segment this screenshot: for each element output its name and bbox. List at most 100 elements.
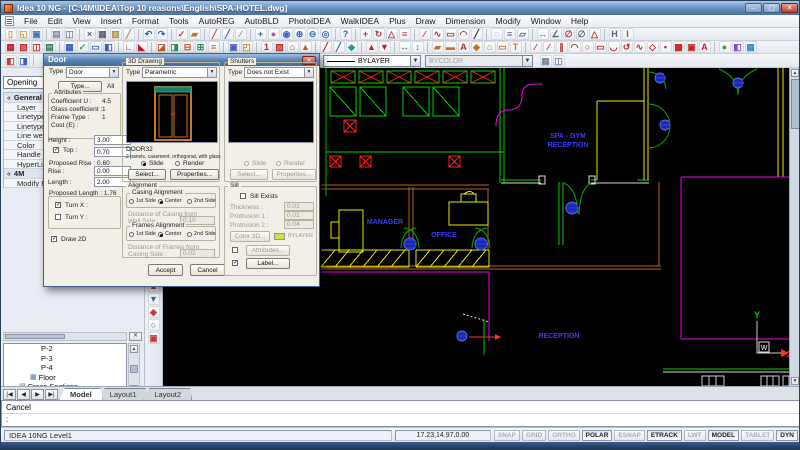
tri-down-icon[interactable]: ▼ (379, 41, 391, 53)
accept-button[interactable]: Accept (148, 264, 183, 276)
furniture-icon[interactable]: ▭ (497, 41, 509, 53)
command-line[interactable]: Cancel : (1, 400, 800, 427)
chevron-down-icon[interactable]: ▼ (109, 68, 118, 77)
door-type-dropdown[interactable]: Door ▼ (66, 67, 119, 78)
tab-layout1[interactable]: Layout1 (99, 388, 148, 400)
command-input[interactable]: : (2, 414, 800, 426)
menu-window[interactable]: Window (526, 15, 566, 27)
tree-item-p-3[interactable]: P-3 (4, 354, 126, 364)
text-a-icon[interactable]: A (458, 41, 470, 53)
rectangle-icon[interactable]: ▭ (445, 28, 457, 40)
roof-icon[interactable]: ⌂ (484, 41, 496, 53)
casing-1st-radio[interactable] (129, 199, 134, 204)
scrollbar-thumb[interactable] (130, 365, 138, 373)
vt-diamond-icon[interactable]: ◆ (148, 306, 160, 318)
scrollbar-thumb[interactable] (5, 334, 65, 339)
status-toggle-snap[interactable]: SNAP (494, 430, 520, 441)
label-checkbox[interactable]: ✓ (232, 260, 238, 266)
menu-format[interactable]: Format (127, 15, 164, 27)
paste-object-icon[interactable]: ◰ (241, 41, 253, 53)
zoom-realtime-icon[interactable]: ● (268, 28, 280, 40)
shutters-type-dropdown[interactable]: Does not Exist ▼ (244, 67, 314, 78)
color-3d-button[interactable]: Color 3D... (230, 231, 270, 242)
zoom-previous-icon[interactable]: ◌ (491, 28, 503, 40)
arc-red-icon[interactable]: ◠ (569, 41, 581, 53)
status-toggle-grid[interactable]: GRID (522, 430, 546, 441)
beam-h-icon[interactable]: H (609, 28, 621, 40)
panel-close-icon[interactable]: ✕ (129, 332, 142, 341)
maximize-button[interactable]: ▢ (763, 3, 780, 13)
status-toggle-etrack[interactable]: ETRACK (647, 430, 682, 441)
zoom-window-icon[interactable]: ◉ (281, 28, 293, 40)
menu-modify[interactable]: Modify (491, 15, 526, 27)
turn-x-checkbox[interactable]: ✓ (55, 202, 61, 208)
menu-autobld[interactable]: AutoBLD (240, 15, 284, 27)
vt-tri-blue-icon[interactable]: ▼ (148, 293, 160, 305)
canvas-vscrollbar[interactable]: ▲ ▼ (789, 68, 800, 386)
dim-h-icon[interactable]: ↔ (399, 41, 411, 53)
menu-draw[interactable]: Draw (411, 15, 441, 27)
stairs-tool-icon[interactable]: ≡ (208, 41, 220, 53)
building-icon[interactable]: ⌂ (287, 41, 299, 53)
bld-insert-icon[interactable]: ▦ (5, 41, 17, 53)
casing-center-radio[interactable] (158, 199, 163, 204)
chevron-down-icon[interactable]: ▼ (522, 56, 532, 66)
dim-angle-icon[interactable]: ∠ (550, 28, 562, 40)
open-file-icon[interactable]: ◱ (18, 28, 30, 40)
beam-i-icon[interactable]: I (622, 28, 634, 40)
pan-icon[interactable]: + (255, 28, 267, 40)
parallel-icon[interactable]: ∥ (556, 41, 568, 53)
point-icon[interactable]: • (660, 41, 672, 53)
shutters-slide-radio[interactable] (244, 161, 249, 166)
vt-block-icon[interactable]: ▣ (148, 332, 160, 344)
offset-icon[interactable]: ≡ (399, 28, 411, 40)
save-icon[interactable]: ▣ (31, 28, 43, 40)
eraser-icon[interactable]: ◆ (346, 41, 358, 53)
label-button[interactable]: Label... (246, 258, 290, 269)
layer-control-icon[interactable]: ▦ (540, 55, 552, 67)
tree-item-p-2[interactable]: P-2 (4, 344, 126, 354)
text-red-icon[interactable]: A (699, 41, 711, 53)
level-1-icon[interactable]: 1 (261, 41, 273, 53)
tree-item-p-4[interactable]: P-4 (4, 363, 126, 373)
level-manager-icon[interactable]: ▨ (274, 41, 286, 53)
frames-center-radio[interactable] (158, 232, 163, 237)
layer-freeze-icon[interactable]: ◫ (553, 55, 565, 67)
edit-pencil-icon[interactable]: ╱ (222, 28, 234, 40)
model-3d-red-icon[interactable]: ◧ (5, 55, 17, 67)
status-toggle-ortho[interactable]: ORTHO (548, 430, 579, 441)
status-toggle-polar[interactable]: POLAR (582, 430, 613, 441)
menu-help[interactable]: Help (566, 15, 593, 27)
linetype-dropdown[interactable]: BYLAYER ▼ (323, 55, 421, 67)
plan-check-icon[interactable]: ✓ (77, 41, 89, 53)
tree-item-floor[interactable]: ▦Floor (4, 373, 126, 383)
plan-view-icon[interactable]: ◧ (103, 41, 115, 53)
mirror-icon[interactable]: △ (386, 28, 398, 40)
attributes-button[interactable]: Attributes... (246, 245, 290, 256)
tri-up-icon[interactable]: ▲ (366, 41, 378, 53)
close-button[interactable]: ✕ (781, 3, 798, 13)
properties-button[interactable]: Properties... (170, 169, 219, 180)
polygon-icon[interactable]: ◇ (647, 41, 659, 53)
frames-distance-field[interactable] (180, 249, 215, 258)
cut-icon[interactable]: × (84, 28, 96, 40)
menu-insert[interactable]: Insert (96, 15, 127, 27)
shutters-select-button[interactable]: Select... (230, 169, 268, 180)
turn-y-checkbox[interactable] (55, 214, 61, 220)
chevron-down-icon[interactable]: ▼ (304, 68, 313, 77)
rotate-icon[interactable]: ↻ (373, 28, 385, 40)
move-icon[interactable]: + (360, 28, 372, 40)
triangle-tool-icon[interactable]: △ (589, 28, 601, 40)
select-button[interactable]: Select... (128, 169, 166, 180)
tab-next-icon[interactable]: ▶ (31, 389, 44, 400)
block-icon[interactable]: ▣ (686, 41, 698, 53)
select-check-icon[interactable]: ✓ (176, 28, 188, 40)
flag-icon[interactable]: ▰ (189, 28, 201, 40)
copy-icon[interactable]: ▦ (97, 28, 109, 40)
dim-v-icon[interactable]: ↕ (412, 41, 424, 53)
chevron-down-icon[interactable]: ▼ (207, 68, 216, 77)
bld-table-icon[interactable]: ▤ (44, 41, 56, 53)
line-icon[interactable]: ∕ (419, 28, 431, 40)
zoom-out-icon[interactable]: ⊖ (307, 28, 319, 40)
attributes-checkbox[interactable] (232, 247, 238, 253)
